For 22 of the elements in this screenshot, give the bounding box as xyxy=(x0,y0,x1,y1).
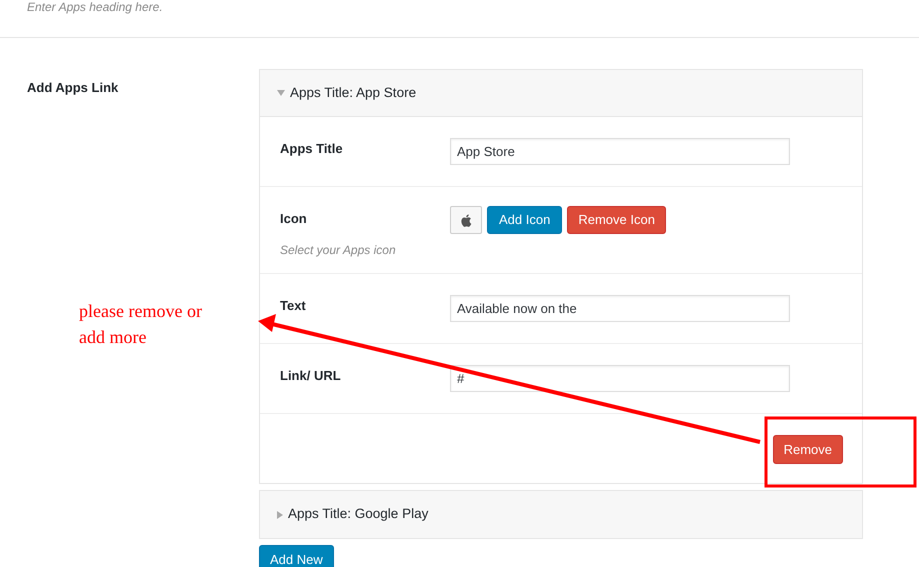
remove-icon-button[interactable]: Remove Icon xyxy=(567,206,666,234)
accordion-title: Apps Title: App Store xyxy=(290,84,416,102)
description-text: Select your Apps icon xyxy=(280,242,397,258)
annotation-text: please remove or add more xyxy=(79,300,203,349)
field-label: Link/ URL xyxy=(280,367,342,385)
expand-triangle-icon xyxy=(277,510,283,518)
add-new-button[interactable]: Add New xyxy=(259,545,334,567)
apple-icon xyxy=(460,214,472,226)
collapse-triangle-icon xyxy=(277,90,285,96)
field-label: Add Apps Link xyxy=(27,79,118,97)
field-label: Icon xyxy=(280,210,308,228)
text-input[interactable]: App Store xyxy=(450,138,790,165)
field-label: Apps Title xyxy=(280,140,344,158)
accordion-title: Apps Title: Google Play xyxy=(288,505,428,524)
add-icon-button[interactable]: Add Icon xyxy=(487,206,562,234)
text-input[interactable]: # xyxy=(450,365,790,392)
remove-button[interactable]: Remove xyxy=(772,435,843,464)
description-text: Enter Apps heading here. xyxy=(27,0,164,14)
accordion-header[interactable]: Apps Title: Google Play xyxy=(260,491,862,538)
accordion-header[interactable]: Apps Title: App Store xyxy=(260,70,862,117)
text-input[interactable]: Available now on the xyxy=(450,295,790,322)
field-label: Text xyxy=(280,297,307,315)
